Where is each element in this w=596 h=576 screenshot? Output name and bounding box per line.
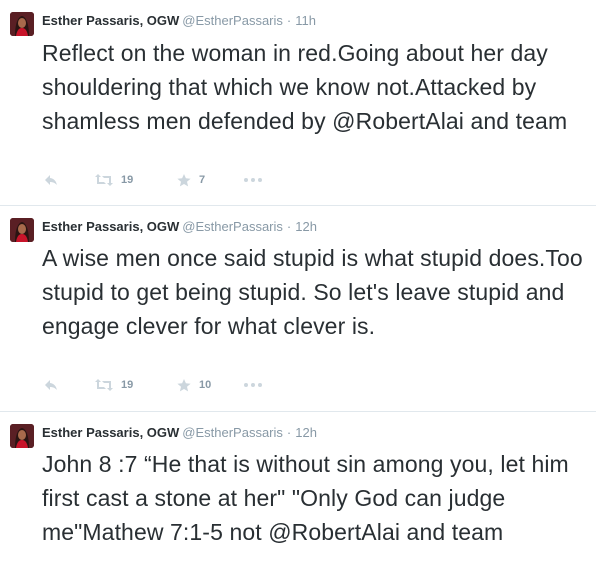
retweet-icon bbox=[95, 379, 113, 391]
favorite-button[interactable]: 10 bbox=[177, 376, 211, 394]
tweet-header: Esther Passaris, OGW @EstherPassaris · 12h bbox=[42, 219, 317, 235]
separator-dot: · bbox=[286, 425, 292, 440]
tweet-text-part: and team bbox=[464, 108, 568, 134]
more-button[interactable] bbox=[244, 171, 262, 189]
favorite-count: 10 bbox=[199, 379, 212, 391]
avatar[interactable] bbox=[10, 12, 34, 36]
tweet-timestamp[interactable]: 11h bbox=[295, 13, 316, 28]
more-dots-icon bbox=[244, 178, 262, 182]
favorite-count: 7 bbox=[199, 174, 206, 186]
retweet-button[interactable]: 19 bbox=[95, 376, 133, 394]
retweet-icon bbox=[95, 174, 113, 186]
tweet[interactable]: Esther Passaris, OGW @EstherPassaris · 12h … bbox=[0, 206, 596, 412]
tweet-timeline: Esther Passaris, OGW @EstherPassaris · 11h … bbox=[0, 0, 596, 576]
reply-arrow-icon bbox=[45, 380, 57, 390]
retweet-count: 19 bbox=[121, 379, 134, 391]
author-name[interactable]: Esther Passaris, OGW bbox=[42, 13, 179, 28]
separator-dot: · bbox=[286, 13, 292, 28]
mention-link[interactable]: @RobertAlai bbox=[268, 519, 400, 545]
reply-arrow-icon bbox=[45, 175, 57, 185]
tweet[interactable]: Esther Passaris, OGW @EstherPassaris · 11h … bbox=[0, 0, 596, 206]
author-name[interactable]: Esther Passaris, OGW bbox=[42, 425, 179, 440]
retweet-count: 19 bbox=[121, 174, 134, 186]
mention-link[interactable]: @RobertAlai bbox=[332, 108, 464, 134]
reply-button[interactable] bbox=[44, 171, 58, 189]
tweet-header: Esther Passaris, OGW @EstherPassaris · 11h bbox=[42, 13, 316, 29]
tweet-text: John 8 :7 “He that is without sin among … bbox=[42, 447, 587, 549]
favorite-button[interactable]: 7 bbox=[177, 171, 205, 189]
tweet-header: Esther Passaris, OGW @EstherPassaris · 12h bbox=[42, 425, 317, 441]
avatar-image bbox=[10, 218, 34, 242]
tweet[interactable]: Esther Passaris, OGW @EstherPassaris · 12h … bbox=[0, 412, 596, 576]
avatar[interactable] bbox=[10, 218, 34, 242]
tweet-timestamp[interactable]: 12h bbox=[295, 219, 317, 234]
avatar-image bbox=[10, 424, 34, 448]
tweet-timestamp[interactable]: 12h bbox=[295, 425, 317, 440]
retweet-button[interactable]: 19 bbox=[95, 171, 133, 189]
author-name[interactable]: Esther Passaris, OGW bbox=[42, 219, 179, 234]
author-handle[interactable]: @EstherPassaris bbox=[182, 13, 283, 28]
tweet-text: A wise men once said stupid is what stup… bbox=[42, 245, 583, 339]
reply-button[interactable] bbox=[44, 376, 58, 394]
star-icon bbox=[177, 173, 191, 186]
tweet-text-part: and team bbox=[400, 519, 504, 545]
author-handle[interactable]: @EstherPassaris bbox=[182, 219, 283, 234]
star-icon bbox=[177, 378, 191, 391]
avatar[interactable] bbox=[10, 424, 34, 448]
more-button[interactable] bbox=[244, 376, 262, 394]
more-dots-icon bbox=[244, 383, 262, 387]
tweet-text: Reflect on the woman in red.Going about … bbox=[42, 36, 587, 138]
author-handle[interactable]: @EstherPassaris bbox=[182, 425, 283, 440]
avatar-image bbox=[10, 12, 34, 36]
separator-dot: · bbox=[286, 219, 292, 234]
